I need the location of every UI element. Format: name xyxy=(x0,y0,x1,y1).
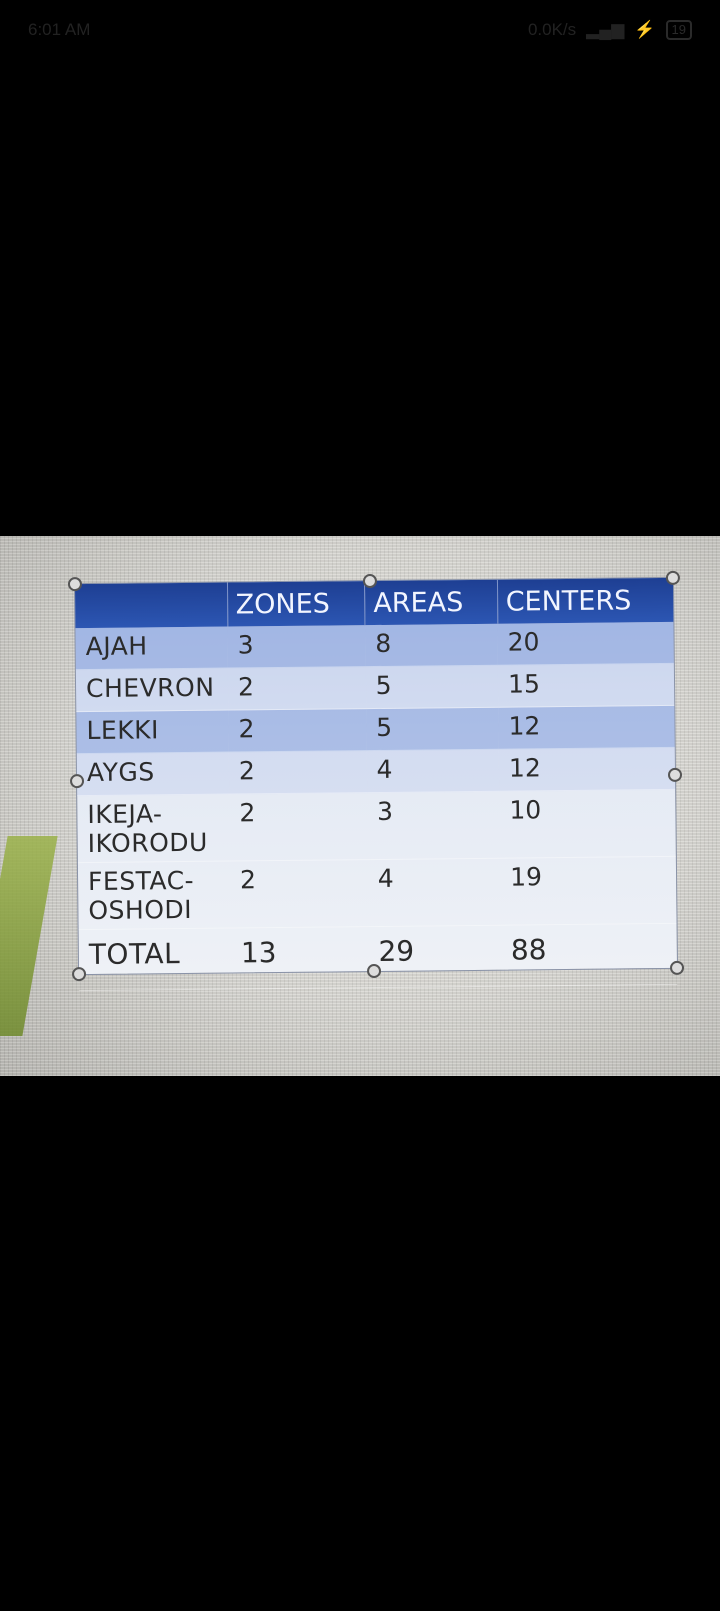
total-areas: 29 xyxy=(368,925,502,988)
cell-centers: 15 xyxy=(497,663,675,708)
resize-handle-bottom-middle[interactable] xyxy=(366,963,382,979)
cell-centers: 12 xyxy=(498,747,676,792)
status-icons: 0.0K/s ▂▄▆ ⚡ 19 xyxy=(528,20,692,40)
table-row: LEKKI 2 5 12 xyxy=(76,705,675,754)
header-zones: ZONES xyxy=(226,581,366,627)
cell-centers: 10 xyxy=(499,789,676,859)
resize-handle-middle-right[interactable] xyxy=(667,767,683,782)
resize-handle-bottom-right[interactable] xyxy=(669,960,685,975)
table-row: CHEVRON 2 5 15 xyxy=(75,663,675,712)
photo-content: ZONES AREAS CENTERS AJAH 3 8 20 CHEVRON … xyxy=(0,536,720,1076)
cell-areas: 3 xyxy=(366,791,500,860)
battery-icon: 19 xyxy=(665,20,692,40)
cell-areas: 8 xyxy=(365,623,498,667)
table-object[interactable]: ZONES AREAS CENTERS AJAH 3 8 20 CHEVRON … xyxy=(67,570,685,991)
status-bar: 6:01 AM 0.0K/s ▂▄▆ ⚡ 19 xyxy=(0,0,720,60)
row-label: AYGS xyxy=(76,752,230,796)
charging-icon: ⚡ xyxy=(634,20,656,39)
resize-handle-top-right[interactable] xyxy=(665,570,681,585)
row-label: AJAH xyxy=(75,626,228,670)
total-zones: 13 xyxy=(230,926,369,990)
cell-zones: 2 xyxy=(229,792,368,862)
cell-areas: 4 xyxy=(366,749,500,793)
table-row: IKEJA-IKORODU 2 3 10 xyxy=(77,789,676,863)
cell-zones: 2 xyxy=(227,666,366,711)
data-table: ZONES AREAS CENTERS AJAH 3 8 20 CHEVRON … xyxy=(74,577,678,991)
row-label: CHEVRON xyxy=(75,668,229,712)
resize-handle-top-middle[interactable] xyxy=(362,573,378,589)
header-blank xyxy=(74,582,228,629)
cell-centers: 19 xyxy=(499,856,677,926)
table-row: AJAH 3 8 20 xyxy=(75,621,674,670)
cell-areas: 5 xyxy=(365,707,499,751)
resize-handle-top-left[interactable] xyxy=(67,577,83,592)
cell-zones: 2 xyxy=(228,750,367,795)
resize-handle-middle-left[interactable] xyxy=(69,774,85,789)
cell-centers: 12 xyxy=(498,705,675,750)
green-object-edge xyxy=(0,836,58,1036)
cell-zones: 3 xyxy=(227,625,366,669)
header-areas: AREAS xyxy=(364,579,498,626)
cell-areas: 5 xyxy=(365,665,499,709)
cell-zones: 2 xyxy=(229,859,369,929)
cell-zones: 2 xyxy=(228,708,367,753)
status-time: 6:01 AM xyxy=(28,20,91,39)
row-label: FESTAC-OSHODI xyxy=(77,861,231,930)
table-row: FESTAC-OSHODI 2 4 19 xyxy=(77,856,677,930)
row-label: LEKKI xyxy=(76,710,229,754)
cell-areas: 4 xyxy=(367,858,501,927)
table-row: AYGS 2 4 12 xyxy=(76,747,676,796)
network-speed: 0.0K/s xyxy=(527,20,577,39)
total-centers: 88 xyxy=(500,923,678,987)
table-total-row: TOTAL 13 29 88 xyxy=(78,923,678,991)
total-label: TOTAL xyxy=(78,928,232,991)
resize-handle-bottom-left[interactable] xyxy=(71,967,87,982)
signal-icon: ▂▄▆ xyxy=(586,20,625,39)
cell-centers: 20 xyxy=(497,621,674,666)
row-label: IKEJA-IKORODU xyxy=(77,794,230,863)
header-centers: CENTERS xyxy=(496,577,674,624)
